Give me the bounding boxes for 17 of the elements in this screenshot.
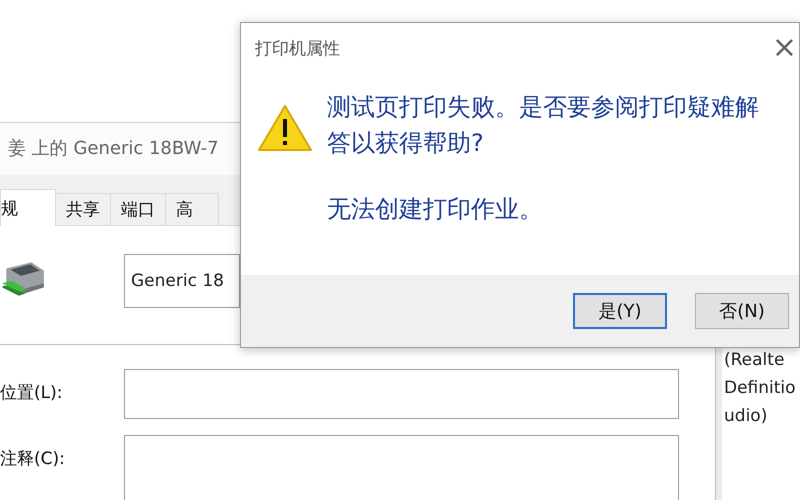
dialog-button[interactable]: 否(N) [695,293,789,329]
input-field[interactable] [124,435,679,500]
list-text: Definitio [724,377,797,400]
close-button[interactable]: × [770,33,799,63]
field-label: 位置(L): [0,382,64,404]
tab[interactable]: 高 [165,193,219,225]
dialog-title: 打印机属性 [255,38,340,60]
field-label: 注释(C): [0,448,66,470]
message-text: 无法创建打印作业。 [327,194,544,225]
tab[interactable]: 规 [0,189,56,226]
warning-icon [257,103,313,153]
list-text: (Realte [724,349,786,372]
list-text: udio) [724,405,768,428]
input-field[interactable] [124,369,679,419]
input-field[interactable]: Generic 18 [124,254,240,308]
printer-icon [0,260,46,298]
dialog-button[interactable]: 是(Y) [573,293,667,329]
